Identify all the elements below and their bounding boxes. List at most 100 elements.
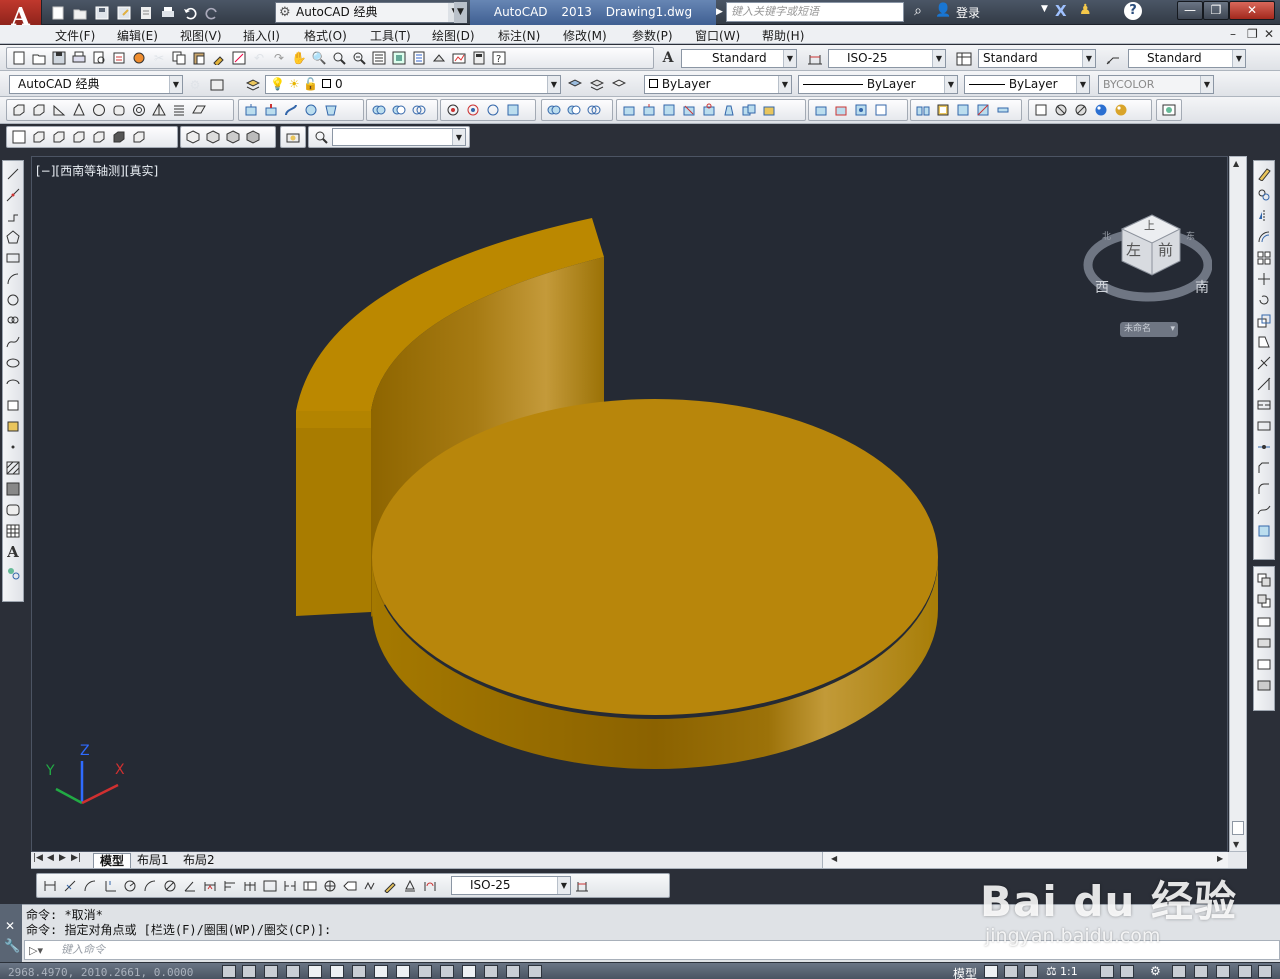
compass-east[interactable]: 东: [1186, 229, 1195, 242]
save-as-icon[interactable]: [114, 4, 133, 22]
delete-faces-icon[interactable]: [680, 101, 698, 119]
arc-length-icon[interactable]: [81, 877, 99, 895]
extend-icon[interactable]: [1256, 375, 1272, 393]
right-view-icon[interactable]: [90, 128, 108, 146]
offset-icon[interactable]: [1256, 228, 1272, 246]
left-view-icon[interactable]: [70, 128, 88, 146]
dim-space-icon[interactable]: [261, 877, 279, 895]
loft-icon[interactable]: [322, 101, 340, 119]
cut-icon[interactable]: ✂: [150, 49, 168, 67]
clean-icon[interactable]: [872, 101, 890, 119]
menu-window[interactable]: 窗口(W): [695, 27, 740, 44]
viewcube-top-face[interactable]: 上: [1144, 217, 1155, 233]
gradient-icon[interactable]: [5, 480, 21, 498]
redo-icon[interactable]: ↷: [270, 49, 288, 67]
quick-dim-icon[interactable]: [201, 877, 219, 895]
first-tab-icon[interactable]: |◀: [33, 853, 43, 863]
dim-update-icon[interactable]: [421, 877, 439, 895]
bring-to-front-icon[interactable]: [1256, 571, 1272, 589]
3d-print-icon[interactable]: [130, 49, 148, 67]
menu-edit[interactable]: 编辑(E): [117, 27, 158, 44]
layer-previous-icon[interactable]: [588, 76, 606, 94]
tab-layout2[interactable]: 布局2: [177, 853, 221, 868]
cylinder-icon[interactable]: [110, 101, 128, 119]
gear-icon[interactable]: ⚙: [1150, 964, 1161, 978]
offset-faces-icon[interactable]: [660, 101, 678, 119]
circle-icon[interactable]: [5, 291, 21, 309]
planar-surface-icon[interactable]: [190, 101, 208, 119]
move-faces-icon[interactable]: [640, 101, 658, 119]
send-under-icon[interactable]: [1256, 634, 1272, 652]
model-space-label[interactable]: 模型: [953, 965, 977, 979]
prev-tab-icon[interactable]: ◀: [47, 853, 54, 863]
materials-icon[interactable]: [1092, 101, 1110, 119]
annotation-scale-label[interactable]: 1:1: [1060, 965, 1078, 978]
jogged-dim-icon[interactable]: [141, 877, 159, 895]
blend-curves-icon[interactable]: [1256, 501, 1272, 519]
paste-icon[interactable]: [190, 49, 208, 67]
front-view-icon[interactable]: [110, 128, 128, 146]
bring-above-icon[interactable]: [1256, 613, 1272, 631]
dim-style-icon[interactable]: [806, 50, 824, 68]
intersect-2-icon[interactable]: [585, 101, 603, 119]
make-current-layer-icon[interactable]: [566, 76, 584, 94]
3d-continuous-orbit-icon[interactable]: [484, 101, 502, 119]
dim-text-edit-icon[interactable]: [401, 877, 419, 895]
plot-icon[interactable]: [136, 4, 155, 22]
stay-connected-icon[interactable]: ♟: [1079, 2, 1099, 22]
properties-icon[interactable]: [370, 49, 388, 67]
status-bar-menu-icon[interactable]: [1258, 965, 1272, 978]
multileader-style-select[interactable]: Standard ▼: [1128, 49, 1246, 68]
named-views-icon[interactable]: [10, 128, 28, 146]
help-icon[interactable]: ?: [1124, 2, 1142, 20]
explode-icon[interactable]: [1256, 522, 1272, 540]
angular-dim-icon[interactable]: [181, 877, 199, 895]
pan-icon[interactable]: ✋: [290, 49, 308, 67]
diameter-dim-icon[interactable]: [161, 877, 179, 895]
region-icon[interactable]: [5, 501, 21, 519]
render-window-icon[interactable]: [1160, 101, 1178, 119]
menu-modify[interactable]: 修改(M): [563, 27, 607, 44]
named-view-select[interactable]: ▼: [332, 128, 466, 146]
wedge-icon[interactable]: [50, 101, 68, 119]
subtract-icon[interactable]: [390, 101, 408, 119]
last-tab-icon[interactable]: ▶|: [71, 853, 81, 863]
table-icon[interactable]: [5, 522, 21, 540]
send-to-back-icon[interactable]: [1256, 592, 1272, 610]
shell-icon[interactable]: [934, 101, 952, 119]
zoom-realtime-icon[interactable]: 🔍: [310, 49, 328, 67]
user-icon[interactable]: 👤: [935, 3, 953, 22]
chevron-right-icon[interactable]: ▶: [716, 3, 725, 21]
scroll-left-icon[interactable]: ◀: [831, 854, 837, 863]
minimize-button[interactable]: —: [1177, 1, 1203, 20]
qat-customize-button[interactable]: ▼: [454, 2, 467, 23]
zoom-previous-icon[interactable]: [350, 49, 368, 67]
text-to-front-icon[interactable]: [1256, 655, 1272, 673]
workspace-settings-icon[interactable]: [208, 76, 226, 94]
linetype-select[interactable]: ByLayer ▼: [798, 75, 958, 94]
3d-orbit-icon[interactable]: [444, 101, 462, 119]
trim-icon[interactable]: [1256, 354, 1272, 372]
doc-close-button[interactable]: ✕: [1264, 27, 1274, 41]
model-icon[interactable]: [984, 965, 998, 978]
publish-icon[interactable]: [110, 49, 128, 67]
inspection-icon[interactable]: [341, 877, 359, 895]
fillet-icon[interactable]: [1256, 480, 1272, 498]
baseline-dim-icon[interactable]: [221, 877, 239, 895]
auto-scale-icon[interactable]: [1120, 965, 1134, 978]
join-icon[interactable]: [1256, 438, 1272, 456]
new-file-icon[interactable]: [48, 4, 67, 22]
tool-palettes-icon[interactable]: [410, 49, 428, 67]
open-file-icon[interactable]: [70, 4, 89, 22]
annotation-monitor-toggle[interactable]: [528, 965, 542, 978]
nw-iso-icon[interactable]: [244, 128, 262, 146]
vertical-scroll-thumb[interactable]: [1232, 821, 1244, 835]
quick-properties-toggle[interactable]: [484, 965, 498, 978]
rectangle-icon[interactable]: [5, 249, 21, 267]
polysolid-icon[interactable]: [10, 101, 28, 119]
construction-line-icon[interactable]: [5, 186, 21, 204]
thicken-icon[interactable]: [994, 101, 1012, 119]
erase-icon[interactable]: [1256, 165, 1272, 183]
realistic-style-icon[interactable]: [1072, 101, 1090, 119]
3d-align-icon[interactable]: [504, 101, 522, 119]
